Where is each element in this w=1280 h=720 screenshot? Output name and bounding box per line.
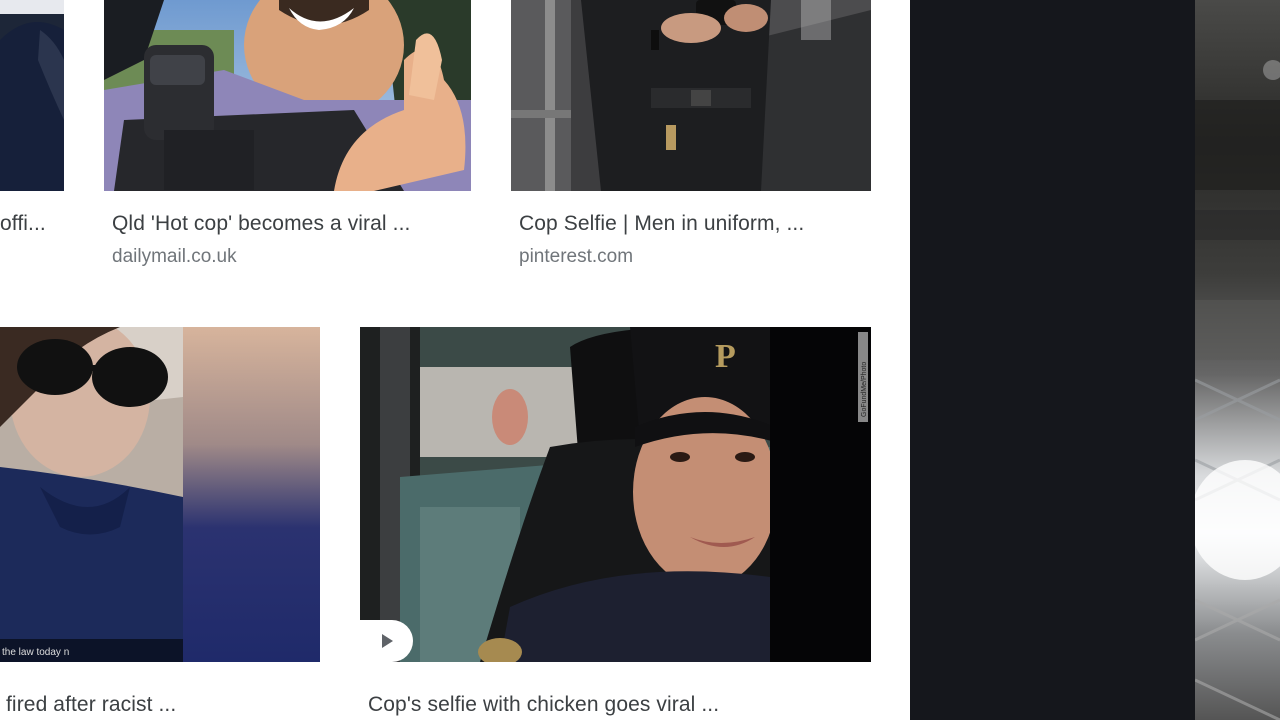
result-title-1[interactable]: offi... xyxy=(0,212,64,236)
result-title-5[interactable]: Cop's selfie with chicken goes viral ... xyxy=(368,693,868,717)
result-title-3[interactable]: Cop Selfie | Men in uniform, ... xyxy=(519,212,869,236)
hot-cop-image xyxy=(104,0,471,191)
result-title-2[interactable]: Qld 'Hot cop' becomes a viral ... xyxy=(112,212,470,236)
officer-sunglasses-image: the law today n xyxy=(0,327,320,662)
svg-text:P: P xyxy=(715,338,736,375)
result-thumb-4[interactable]: the law today n xyxy=(0,327,320,662)
result-thumb-1[interactable] xyxy=(0,0,64,191)
cop-selfie-image xyxy=(511,0,871,191)
video-play-badge[interactable] xyxy=(360,620,413,662)
background-photo xyxy=(1195,60,1280,720)
result-title-4[interactable]: fired after racist ... xyxy=(6,693,322,717)
result-source-3[interactable]: pinterest.com xyxy=(519,246,633,268)
officer-image-partial xyxy=(0,0,64,191)
result-thumb-3[interactable] xyxy=(511,0,871,191)
result-thumb-5[interactable]: P GoFundMe/Photo xyxy=(360,327,871,662)
caption-fragment: the law today n xyxy=(2,647,69,658)
result-source-2[interactable]: dailymail.co.uk xyxy=(112,246,237,268)
chicken-selfie-image: P GoFundMe/Photo xyxy=(360,327,871,662)
dark-side-panel xyxy=(910,0,1195,720)
watermark-text: GoFundMe/Photo xyxy=(861,362,868,417)
result-thumb-2[interactable] xyxy=(104,0,471,191)
background-video-strip xyxy=(1195,0,1280,720)
play-icon xyxy=(381,634,393,648)
image-results-grid: offi... Qld 'Hot cop' becomes a viral .. xyxy=(0,0,910,720)
